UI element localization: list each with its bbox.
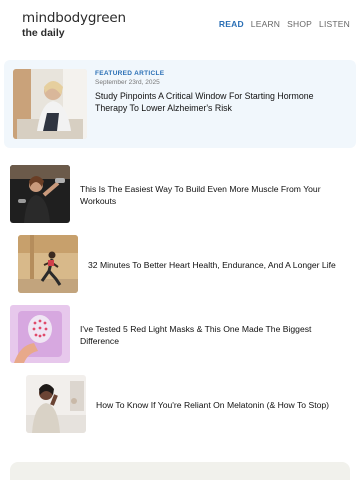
- article-item[interactable]: How To Know If You're Reliant On Melaton…: [0, 375, 360, 435]
- nav-listen[interactable]: LISTEN: [319, 19, 350, 29]
- main-nav: READ LEARN SHOP LISTEN: [219, 19, 350, 29]
- article-item[interactable]: 32 Minutes To Better Heart Health, Endur…: [0, 235, 360, 295]
- featured-article-image[interactable]: [13, 69, 87, 139]
- article-image[interactable]: [18, 235, 78, 293]
- article-item[interactable]: This Is The Easiest Way To Build Even Mo…: [0, 165, 360, 225]
- article-image[interactable]: [10, 305, 70, 363]
- featured-article-card[interactable]: FEATURED ARTICLE September 23rd, 2025 St…: [4, 60, 356, 148]
- nav-read[interactable]: READ: [219, 19, 244, 29]
- article-title[interactable]: 32 Minutes To Better Heart Health, Endur…: [88, 259, 353, 271]
- logo-subtitle: the daily: [22, 26, 65, 39]
- article-image[interactable]: [10, 165, 70, 223]
- nav-learn[interactable]: LEARN: [251, 19, 280, 29]
- article-item[interactable]: I've Tested 5 Red Light Masks & This One…: [0, 305, 360, 365]
- article-title[interactable]: I've Tested 5 Red Light Masks & This One…: [80, 323, 345, 347]
- article-title[interactable]: How To Know If You're Reliant On Melaton…: [96, 399, 356, 411]
- logo-brand: mindbodygreen: [22, 10, 126, 26]
- article-title[interactable]: This Is The Easiest Way To Build Even Mo…: [80, 183, 350, 207]
- featured-eyebrow: FEATURED ARTICLE: [95, 70, 165, 77]
- article-image[interactable]: [26, 375, 86, 433]
- nav-shop[interactable]: SHOP: [287, 19, 312, 29]
- footer-card: [10, 462, 350, 480]
- featured-article-text: FEATURED ARTICLE September 23rd, 2025 St…: [95, 70, 335, 114]
- header: mindbodygreen the daily READ LEARN SHOP …: [0, 0, 360, 52]
- featured-date: September 23rd, 2025: [95, 79, 160, 86]
- featured-title[interactable]: Study Pinpoints A Critical Window For St…: [95, 90, 335, 114]
- logo[interactable]: mindbodygreen the daily: [22, 10, 126, 39]
